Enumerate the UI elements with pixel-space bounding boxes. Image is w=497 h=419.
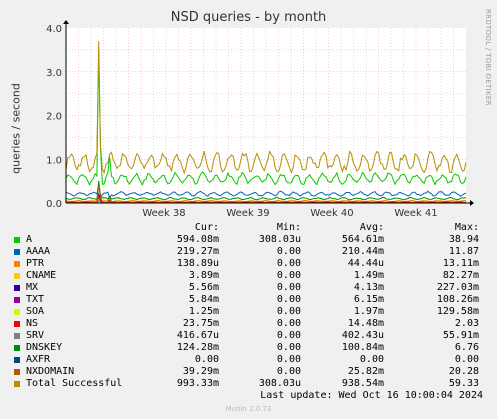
legend-max: 129.58m: [436, 306, 479, 317]
x-tick-label: Week 41: [394, 208, 437, 219]
legend-row: NS 23.75m 0.00 14.48m 2.03: [14, 318, 494, 330]
rrdtool-watermark: RRDTOOL / TOBI OETIKER: [484, 9, 492, 106]
legend-row: Total Successful 993.33m 308.03u 938.54m 59.…: [14, 378, 494, 390]
legend-row: SOA 1.25m 0.00 1.97m 129.58m: [14, 306, 494, 318]
header-max: Max:: [454, 222, 479, 233]
y-tick-label: 1.0: [46, 155, 62, 166]
x-tick-label: Week 38: [142, 208, 185, 219]
y-tick-label: 0.0: [46, 199, 62, 210]
legend-max: 11.87: [448, 246, 479, 257]
legend-max: 0.00: [454, 354, 479, 365]
legend-max: 227.03m: [436, 282, 479, 293]
last-update: Last update: Wed Oct 16 10:00:04 2024: [260, 390, 483, 401]
legend-max: 108.26m: [436, 294, 479, 305]
legend-max: 38.94: [448, 234, 479, 245]
legend-row: TXT 5.84m 0.00 6.15m 108.26m: [14, 294, 494, 306]
legend-row: NXDOMAIN 39.29m 0.00 25.82m 20.28: [14, 366, 494, 378]
legend-max: 6.76: [454, 342, 479, 353]
x-tick-label: Week 40: [310, 208, 353, 219]
legend-max: 20.28: [448, 366, 479, 377]
legend-row: MX 5.56m 0.00 4.13m 227.03m: [14, 282, 494, 294]
y-tick-label: 3.0: [46, 68, 62, 79]
legend-max: 2.03: [454, 318, 479, 329]
legend-max: 82.27m: [442, 270, 479, 281]
legend-max: 13.11m: [442, 258, 479, 269]
legend-row: CNAME 3.89m 0.00 1.49m 82.27m: [14, 270, 494, 282]
legend-row: A 594.08m 308.03u 564.61m 38.94: [14, 234, 494, 246]
legend-row: AXFR 0.00 0.00 0.00 0.00: [14, 354, 494, 366]
legend-row: AAAA 219.27m 0.00 210.44m 11.87: [14, 246, 494, 258]
legend-header: Cur: Min: Avg: Max:: [14, 222, 494, 234]
x-tick-label: Week 39: [226, 208, 269, 219]
legend-max: 59.33: [448, 378, 479, 389]
y-tick-label: 4.0: [46, 24, 62, 35]
munin-version: Munin 2.0.73: [225, 405, 272, 413]
chart-title: NSD queries - by month: [170, 10, 327, 25]
legend-max: 55.91m: [442, 330, 479, 341]
y-tick-label: 2.0: [46, 112, 62, 123]
legend-row: DNSKEY 124.28m 0.00 100.84m 6.76: [14, 342, 494, 354]
legend-row: SRV 416.67u 0.00 402.43u 55.91m: [14, 330, 494, 342]
legend-row: PTR 138.89u 0.00 44.44u 13.11m: [14, 258, 494, 270]
y-axis-label: queries / second: [9, 83, 23, 174]
